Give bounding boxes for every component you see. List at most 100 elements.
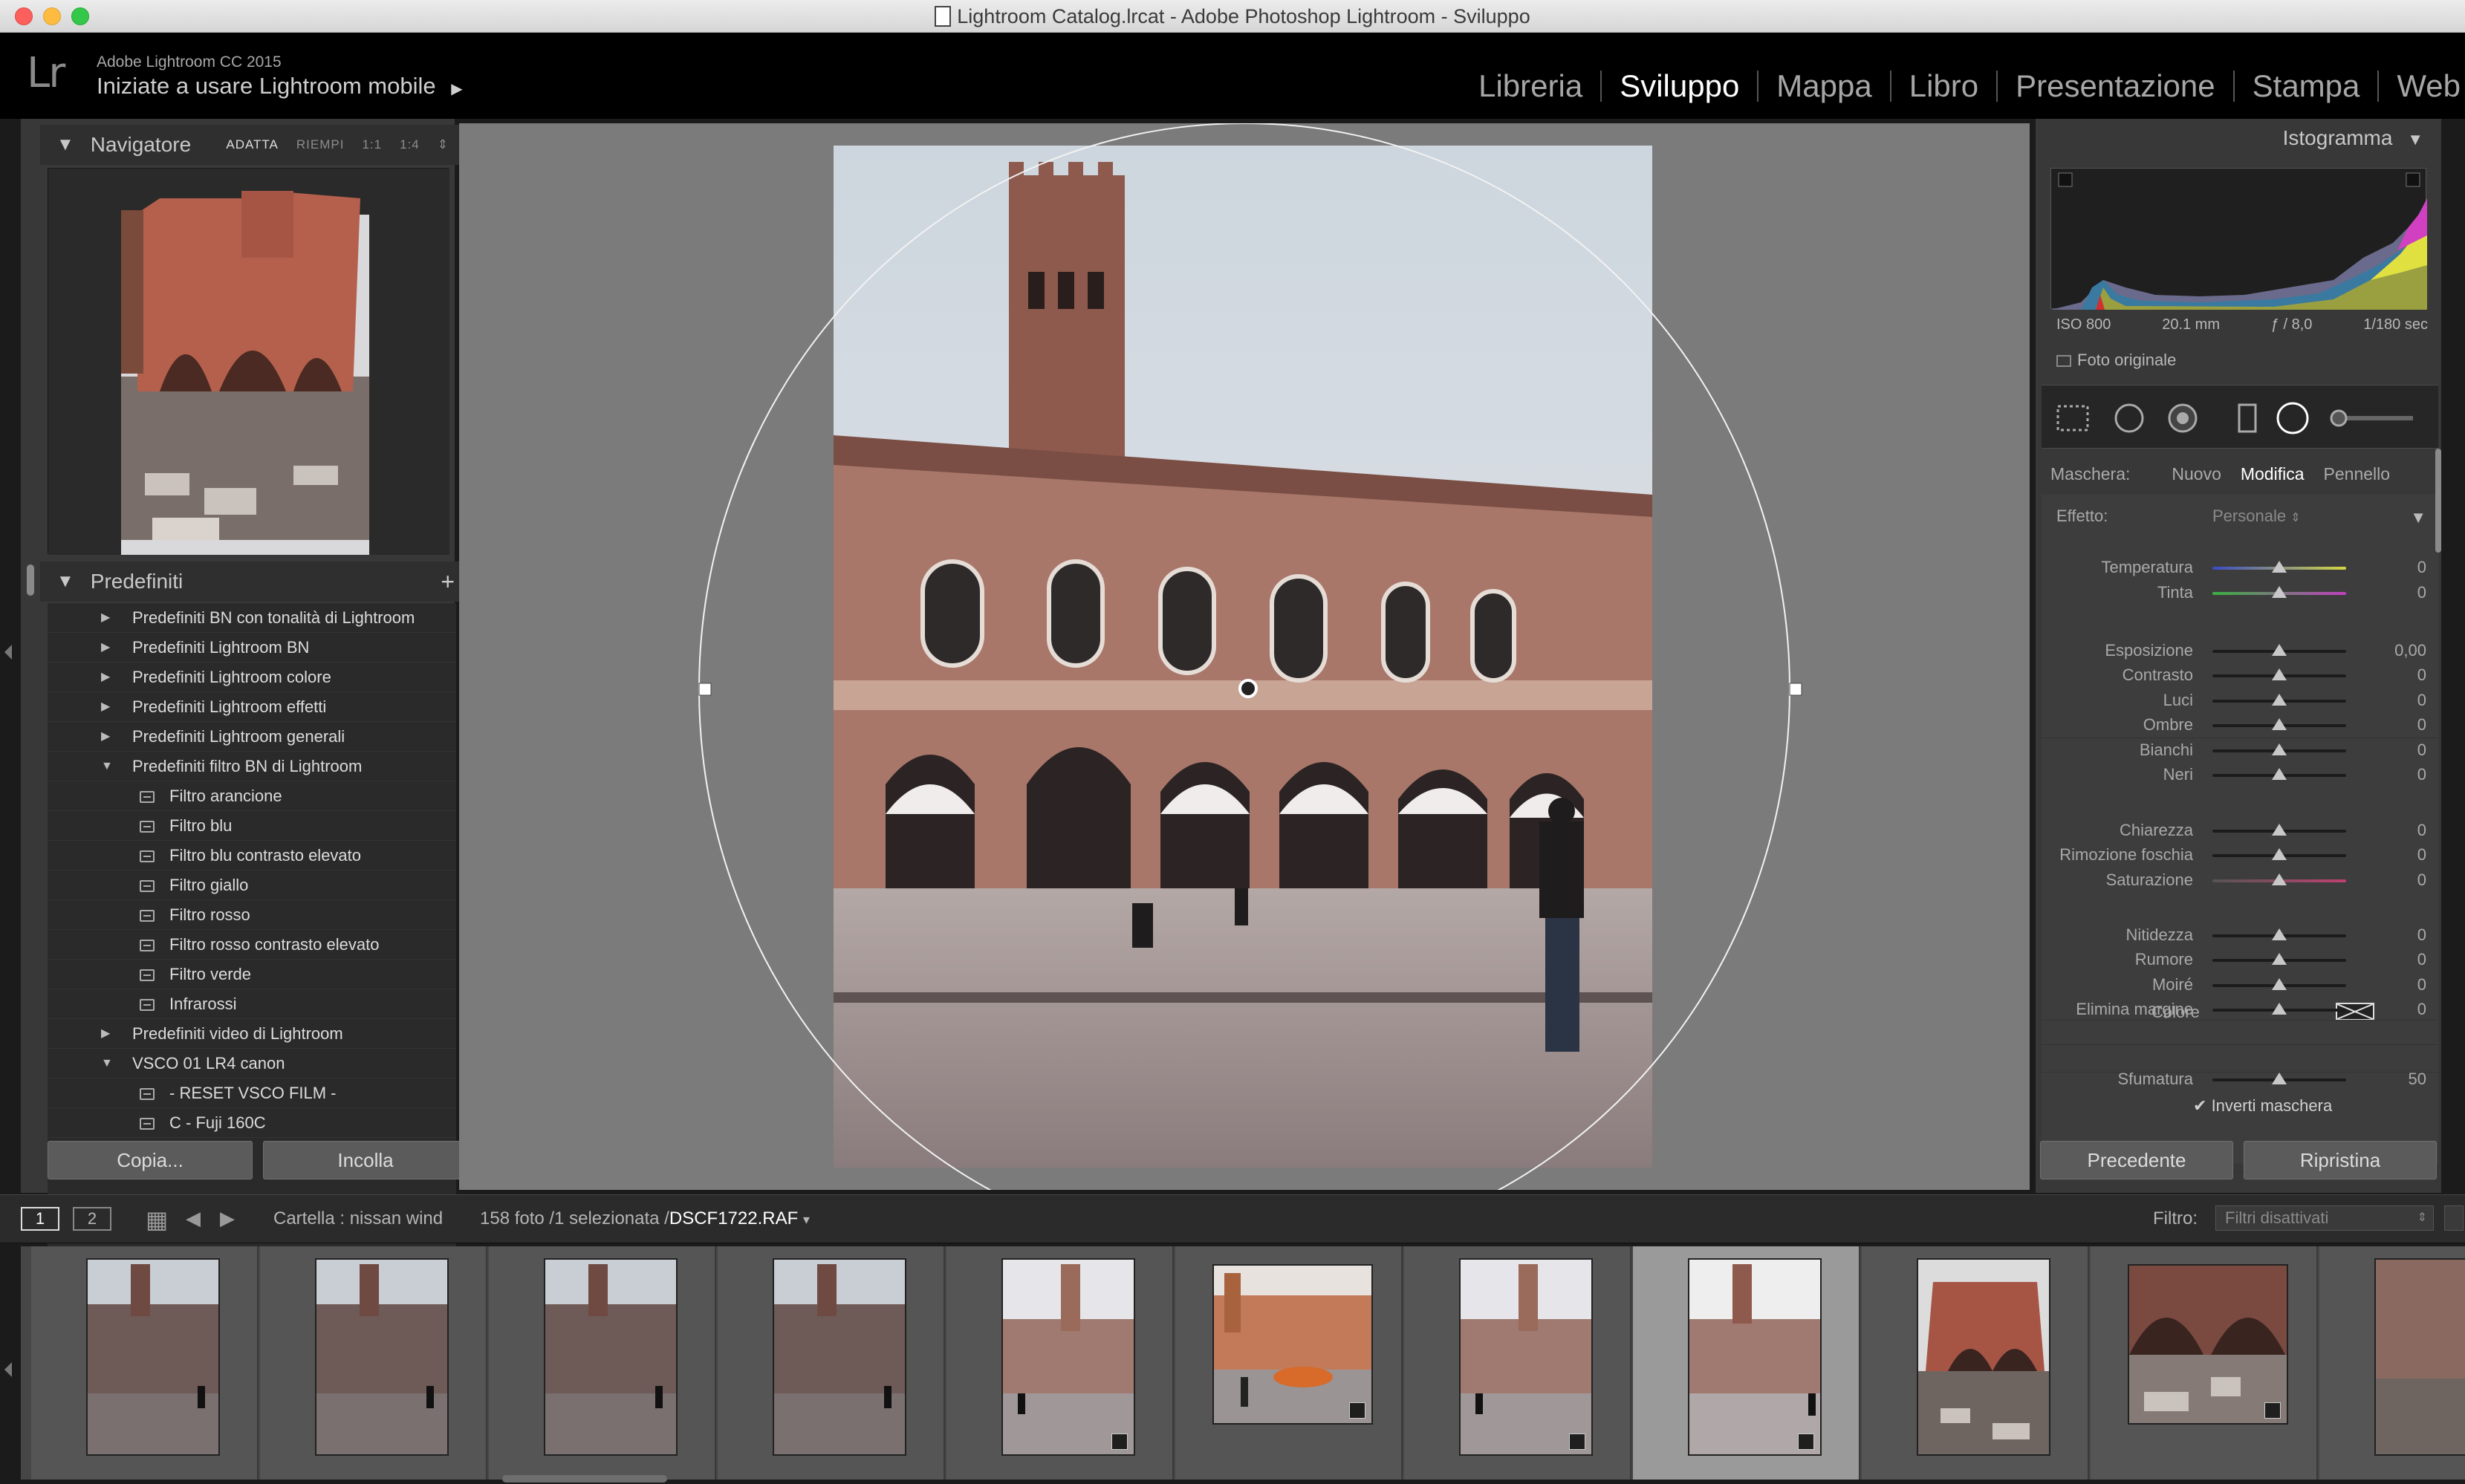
effect-collapse-icon[interactable]: ▼ [2410,508,2426,527]
slider-ombre[interactable]: Ombre 0 [2042,714,2438,736]
preset-item[interactable]: Filtro blu [48,811,456,841]
photo-thumbnail[interactable] [544,1258,678,1456]
preset-folder[interactable]: ▶ Predefiniti Lightroom BN [48,633,456,663]
histogram-header[interactable]: Istogramma ▼ [2283,126,2423,150]
disclosure-triangle-icon[interactable]: ▶ [101,633,110,663]
filmstrip-cell[interactable] [2319,1246,2465,1480]
filmstrip-cell[interactable] [1175,1246,1403,1480]
photo-thumbnail[interactable] [2374,1258,2465,1456]
photo-thumbnail[interactable] [2128,1264,2288,1425]
spot-removal-icon[interactable] [2114,403,2144,433]
navigator-header[interactable]: ▼ Navigatore ADATTA RIEMPI 1:1 1:4 ⇕ [40,125,468,165]
slider-moir-[interactable]: Moiré 0 [2042,974,2438,996]
zoom-stepper-icon[interactable]: ⇕ [438,137,449,152]
slider-rimozione-foschia[interactable]: Rimozione foschia 0 [2042,844,2438,866]
expanded-triangle-icon[interactable]: ▼ [101,752,113,781]
preset-item[interactable]: Filtro arancione [48,781,456,811]
slider-neri[interactable]: Neri 0 [2042,764,2438,786]
file-dropdown-icon[interactable]: ▾ [803,1212,810,1227]
filmstrip-cell[interactable] [31,1246,259,1480]
slider-knob[interactable] [2272,693,2287,706]
slider-knob[interactable] [2272,928,2287,940]
radial-handle-right[interactable] [1789,683,1802,696]
preset-item[interactable]: Filtro giallo [48,870,456,900]
slider-esposizione[interactable]: Esposizione 0,00 [2042,640,2438,662]
module-web[interactable]: Web [2379,71,2465,102]
slider-tinta[interactable]: Tinta 0 [2042,582,2438,604]
filmstrip-cell-selected[interactable] [1633,1246,1860,1480]
filter-lock-button[interactable] [2444,1205,2464,1231]
slider-knob[interactable] [2272,1003,2287,1015]
slider-knob[interactable] [2272,977,2287,990]
filmstrip-cell[interactable] [489,1246,716,1480]
preset-item[interactable]: Filtro blu contrasto elevato [48,841,456,870]
radial-pin[interactable] [1238,679,1258,698]
copy-button[interactable]: Copia... [48,1141,253,1179]
filmstrip-cell[interactable] [2091,1246,2318,1480]
photo-thumbnail[interactable] [1212,1264,1373,1425]
filmstrip-cell[interactable] [260,1246,487,1480]
radial-filter-overlay[interactable] [459,123,2030,1190]
slider-rumore[interactable]: Rumore 0 [2042,948,2438,971]
disclosure-triangle-icon[interactable]: ▶ [101,603,110,633]
mobile-prompt[interactable]: Iniziate a usare Lightroom mobile ▶ [97,73,463,100]
screen-1-button[interactable]: 1 [21,1207,59,1231]
shadow-clipping-toggle[interactable] [2058,172,2073,187]
checkbox-icon[interactable] [2056,355,2071,367]
preset-folder[interactable]: ▼ VSCO 01 LR4 canon [48,1049,456,1078]
expanded-triangle-icon[interactable]: ▼ [101,1049,113,1078]
preset-item[interactable]: Filtro rosso [48,900,456,930]
filmstrip-scroll-left-icon[interactable] [4,1362,12,1377]
preset-item[interactable]: Infrarossi [48,989,456,1019]
preset-item[interactable]: C - Fuji 160C [48,1108,456,1138]
slider-knob[interactable] [2272,953,2287,966]
paste-button[interactable]: Incolla [263,1141,468,1179]
module-stampa[interactable]: Stampa [2235,71,2380,102]
slider-knob[interactable] [2272,1073,2287,1084]
slider-nitidezza[interactable]: Nitidezza 0 [2042,924,2438,946]
zoom-fit[interactable]: ADATTA [226,137,279,152]
radial-handle-left[interactable] [698,683,712,696]
folder-source[interactable]: Cartella : nissan wind [273,1208,443,1229]
slider-knob[interactable] [2272,768,2287,781]
collapse-triangle-icon[interactable]: ▼ [2407,130,2423,149]
highlight-clipping-toggle[interactable] [2406,172,2420,187]
module-presentazione[interactable]: Presentazione [1998,71,2235,102]
add-preset-icon[interactable]: + [441,568,455,596]
previous-button[interactable]: Precedente [2040,1141,2233,1179]
collapse-triangle-icon[interactable]: ▼ [56,134,74,155]
mask-edit[interactable]: Modifica [2241,464,2305,484]
filmstrip-cell[interactable] [1862,1246,2089,1480]
photo-thumbnail[interactable] [1917,1258,2050,1456]
filmstrip-cell[interactable] [946,1246,1174,1480]
forward-arrow-icon[interactable]: ▶ [220,1207,235,1230]
disclosure-triangle-icon[interactable]: ▶ [101,1019,110,1049]
crop-tool-icon[interactable] [2056,405,2089,432]
mask-brush[interactable]: Pennello [2324,464,2391,484]
disclosure-triangle-icon[interactable]: ▶ [101,692,110,722]
radial-filter-icon[interactable] [2276,402,2309,435]
preset-folder[interactable]: ▼ Predefiniti filtro BN di Lightroom [48,752,456,781]
filmstrip-cell[interactable] [1404,1246,1631,1480]
slider-knob[interactable] [2272,848,2287,861]
module-libreria[interactable]: Libreria [1461,71,1602,102]
slider-knob[interactable] [2272,823,2287,836]
preset-folder[interactable]: ▶ Predefiniti video di Lightroom [48,1019,456,1049]
filmstrip-cell[interactable] [718,1246,945,1480]
photo-thumbnail[interactable] [86,1258,220,1456]
preset-folder[interactable]: ▶ Predefiniti BN con tonalità di Lightroo… [48,603,456,633]
slider-temperatura[interactable]: Temperatura 0 [2042,556,2438,579]
back-arrow-icon[interactable]: ◀ [186,1207,201,1230]
effect-dropdown[interactable]: Personale ⇕ [2212,507,2301,526]
screen-2-button[interactable]: 2 [73,1207,111,1231]
preset-item[interactable]: Filtro rosso contrasto elevato [48,930,456,960]
zoom-1-1[interactable]: 1:1 [362,137,382,152]
preset-folder[interactable]: ▶ Predefiniti Lightroom effetti [48,692,456,722]
slider-knob[interactable] [2272,643,2287,656]
grid-view-icon[interactable]: ▦ [146,1205,168,1234]
slider-knob[interactable] [2272,561,2287,573]
zoom-1-4[interactable]: 1:4 [400,137,420,152]
left-panel-scrollbar[interactable] [27,564,34,596]
filter-dropdown[interactable]: Filtri disattivati ⇕ [2215,1205,2434,1231]
disclosure-triangle-icon[interactable]: ▶ [101,663,110,692]
